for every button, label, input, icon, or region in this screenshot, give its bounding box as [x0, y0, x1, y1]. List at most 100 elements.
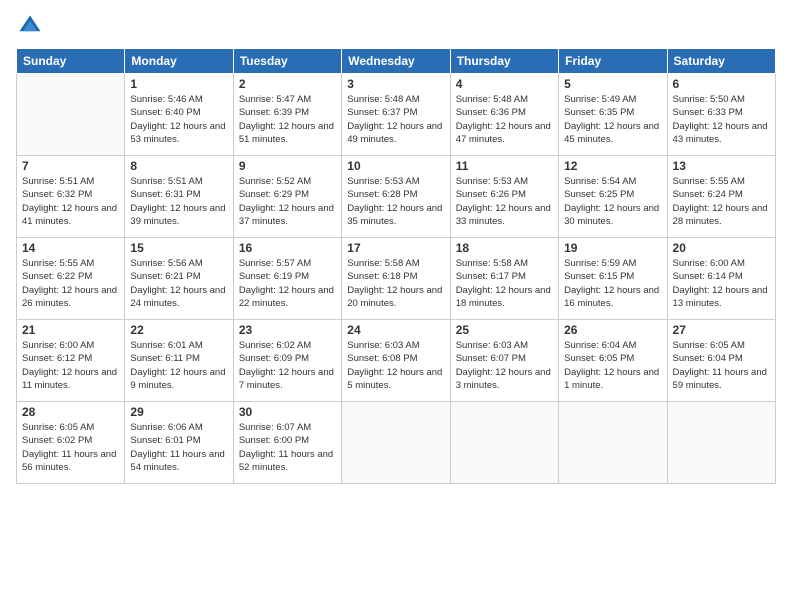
day-info: Sunrise: 5:55 AM Sunset: 6:24 PM Dayligh… — [673, 175, 770, 228]
day-number: 14 — [22, 241, 119, 255]
day-number: 23 — [239, 323, 336, 337]
calendar-week-row: 1 Sunrise: 5:46 AM Sunset: 6:40 PM Daylig… — [17, 74, 776, 156]
day-number: 4 — [456, 77, 553, 91]
day-info: Sunrise: 5:54 AM Sunset: 6:25 PM Dayligh… — [564, 175, 661, 228]
calendar-cell: 14 Sunrise: 5:55 AM Sunset: 6:22 PM Dayli… — [17, 238, 125, 320]
day-info: Sunrise: 6:03 AM Sunset: 6:08 PM Dayligh… — [347, 339, 444, 392]
calendar-cell: 19 Sunrise: 5:59 AM Sunset: 6:15 PM Dayli… — [559, 238, 667, 320]
day-info: Sunrise: 5:52 AM Sunset: 6:29 PM Dayligh… — [239, 175, 336, 228]
day-info: Sunrise: 5:58 AM Sunset: 6:17 PM Dayligh… — [456, 257, 553, 310]
logo-icon — [16, 12, 44, 40]
calendar-cell: 30 Sunrise: 6:07 AM Sunset: 6:00 PM Dayli… — [233, 402, 341, 484]
calendar-header-row: SundayMondayTuesdayWednesdayThursdayFrid… — [17, 49, 776, 74]
calendar-cell: 27Sunrise: 6:05 AM Sunset: 6:04 PM Dayli… — [667, 320, 775, 402]
day-info: Sunrise: 6:00 AM Sunset: 6:12 PM Dayligh… — [22, 339, 119, 392]
calendar-cell: 24 Sunrise: 6:03 AM Sunset: 6:08 PM Dayli… — [342, 320, 450, 402]
calendar-cell: 1 Sunrise: 5:46 AM Sunset: 6:40 PM Daylig… — [125, 74, 233, 156]
day-info: Sunrise: 6:00 AM Sunset: 6:14 PM Dayligh… — [673, 257, 770, 310]
page: SundayMondayTuesdayWednesdayThursdayFrid… — [0, 0, 792, 612]
day-number: 21 — [22, 323, 119, 337]
day-number: 24 — [347, 323, 444, 337]
calendar-cell: 12 Sunrise: 5:54 AM Sunset: 6:25 PM Dayli… — [559, 156, 667, 238]
calendar-header-tuesday: Tuesday — [233, 49, 341, 74]
day-info: Sunrise: 5:46 AM Sunset: 6:40 PM Dayligh… — [130, 93, 227, 146]
day-number: 22 — [130, 323, 227, 337]
day-number: 1 — [130, 77, 227, 91]
calendar-cell — [667, 402, 775, 484]
day-number: 19 — [564, 241, 661, 255]
calendar-cell — [450, 402, 558, 484]
day-number: 11 — [456, 159, 553, 173]
day-info: Sunrise: 5:47 AM Sunset: 6:39 PM Dayligh… — [239, 93, 336, 146]
day-number: 7 — [22, 159, 119, 173]
calendar-cell: 3 Sunrise: 5:48 AM Sunset: 6:37 PM Daylig… — [342, 74, 450, 156]
calendar-week-row: 21 Sunrise: 6:00 AM Sunset: 6:12 PM Dayli… — [17, 320, 776, 402]
calendar-week-row: 14 Sunrise: 5:55 AM Sunset: 6:22 PM Dayli… — [17, 238, 776, 320]
calendar-cell: 6 Sunrise: 5:50 AM Sunset: 6:33 PM Daylig… — [667, 74, 775, 156]
calendar-cell: 2 Sunrise: 5:47 AM Sunset: 6:39 PM Daylig… — [233, 74, 341, 156]
day-number: 2 — [239, 77, 336, 91]
day-info: Sunrise: 5:51 AM Sunset: 6:31 PM Dayligh… — [130, 175, 227, 228]
day-number: 18 — [456, 241, 553, 255]
day-info: Sunrise: 6:07 AM Sunset: 6:00 PM Dayligh… — [239, 421, 336, 474]
day-info: Sunrise: 5:59 AM Sunset: 6:15 PM Dayligh… — [564, 257, 661, 310]
day-number: 8 — [130, 159, 227, 173]
day-info: Sunrise: 6:02 AM Sunset: 6:09 PM Dayligh… — [239, 339, 336, 392]
calendar-cell: 7 Sunrise: 5:51 AM Sunset: 6:32 PM Daylig… — [17, 156, 125, 238]
calendar-week-row: 28 Sunrise: 6:05 AM Sunset: 6:02 PM Dayli… — [17, 402, 776, 484]
day-info: Sunrise: 6:05 AM Sunset: 6:02 PM Dayligh… — [22, 421, 119, 474]
calendar-cell: 25Sunrise: 6:03 AM Sunset: 6:07 PM Dayli… — [450, 320, 558, 402]
day-info: Sunrise: 5:49 AM Sunset: 6:35 PM Dayligh… — [564, 93, 661, 146]
day-number: 3 — [347, 77, 444, 91]
calendar-header-thursday: Thursday — [450, 49, 558, 74]
calendar-cell — [559, 402, 667, 484]
calendar-cell: 5 Sunrise: 5:49 AM Sunset: 6:35 PM Daylig… — [559, 74, 667, 156]
calendar-cell: 22Sunrise: 6:01 AM Sunset: 6:11 PM Dayli… — [125, 320, 233, 402]
calendar-cell: 8 Sunrise: 5:51 AM Sunset: 6:31 PM Daylig… — [125, 156, 233, 238]
day-number: 10 — [347, 159, 444, 173]
calendar-cell: 17 Sunrise: 5:58 AM Sunset: 6:18 PM Dayli… — [342, 238, 450, 320]
calendar-cell: 26 Sunrise: 6:04 AM Sunset: 6:05 PM Dayli… — [559, 320, 667, 402]
calendar-cell: 23 Sunrise: 6:02 AM Sunset: 6:09 PM Dayli… — [233, 320, 341, 402]
day-number: 12 — [564, 159, 661, 173]
day-info: Sunrise: 5:48 AM Sunset: 6:37 PM Dayligh… — [347, 93, 444, 146]
calendar-cell: 29 Sunrise: 6:06 AM Sunset: 6:01 PM Dayli… — [125, 402, 233, 484]
calendar-cell: 16 Sunrise: 5:57 AM Sunset: 6:19 PM Dayli… — [233, 238, 341, 320]
day-info: Sunrise: 5:48 AM Sunset: 6:36 PM Dayligh… — [456, 93, 553, 146]
day-info: Sunrise: 5:57 AM Sunset: 6:19 PM Dayligh… — [239, 257, 336, 310]
calendar-cell: 9 Sunrise: 5:52 AM Sunset: 6:29 PM Daylig… — [233, 156, 341, 238]
day-info: Sunrise: 6:05 AM Sunset: 6:04 PM Dayligh… — [673, 339, 770, 392]
calendar-header-wednesday: Wednesday — [342, 49, 450, 74]
calendar-cell: 20Sunrise: 6:00 AM Sunset: 6:14 PM Dayli… — [667, 238, 775, 320]
day-number: 15 — [130, 241, 227, 255]
day-number: 9 — [239, 159, 336, 173]
calendar-header-saturday: Saturday — [667, 49, 775, 74]
day-number: 5 — [564, 77, 661, 91]
day-info: Sunrise: 5:53 AM Sunset: 6:28 PM Dayligh… — [347, 175, 444, 228]
calendar-cell — [342, 402, 450, 484]
calendar-week-row: 7 Sunrise: 5:51 AM Sunset: 6:32 PM Daylig… — [17, 156, 776, 238]
day-number: 13 — [673, 159, 770, 173]
calendar-cell: 18 Sunrise: 5:58 AM Sunset: 6:17 PM Dayli… — [450, 238, 558, 320]
day-info: Sunrise: 5:51 AM Sunset: 6:32 PM Dayligh… — [22, 175, 119, 228]
header — [16, 12, 776, 40]
day-number: 17 — [347, 241, 444, 255]
calendar-cell: 10 Sunrise: 5:53 AM Sunset: 6:28 PM Dayli… — [342, 156, 450, 238]
day-info: Sunrise: 5:50 AM Sunset: 6:33 PM Dayligh… — [673, 93, 770, 146]
calendar-header-friday: Friday — [559, 49, 667, 74]
day-info: Sunrise: 6:06 AM Sunset: 6:01 PM Dayligh… — [130, 421, 227, 474]
day-number: 28 — [22, 405, 119, 419]
calendar-header-monday: Monday — [125, 49, 233, 74]
logo — [16, 12, 48, 40]
day-info: Sunrise: 5:55 AM Sunset: 6:22 PM Dayligh… — [22, 257, 119, 310]
day-number: 16 — [239, 241, 336, 255]
day-number: 25 — [456, 323, 553, 337]
calendar-cell: 21 Sunrise: 6:00 AM Sunset: 6:12 PM Dayli… — [17, 320, 125, 402]
calendar-cell — [17, 74, 125, 156]
day-info: Sunrise: 5:58 AM Sunset: 6:18 PM Dayligh… — [347, 257, 444, 310]
day-number: 26 — [564, 323, 661, 337]
day-number: 29 — [130, 405, 227, 419]
day-number: 6 — [673, 77, 770, 91]
day-number: 30 — [239, 405, 336, 419]
day-info: Sunrise: 6:04 AM Sunset: 6:05 PM Dayligh… — [564, 339, 661, 392]
